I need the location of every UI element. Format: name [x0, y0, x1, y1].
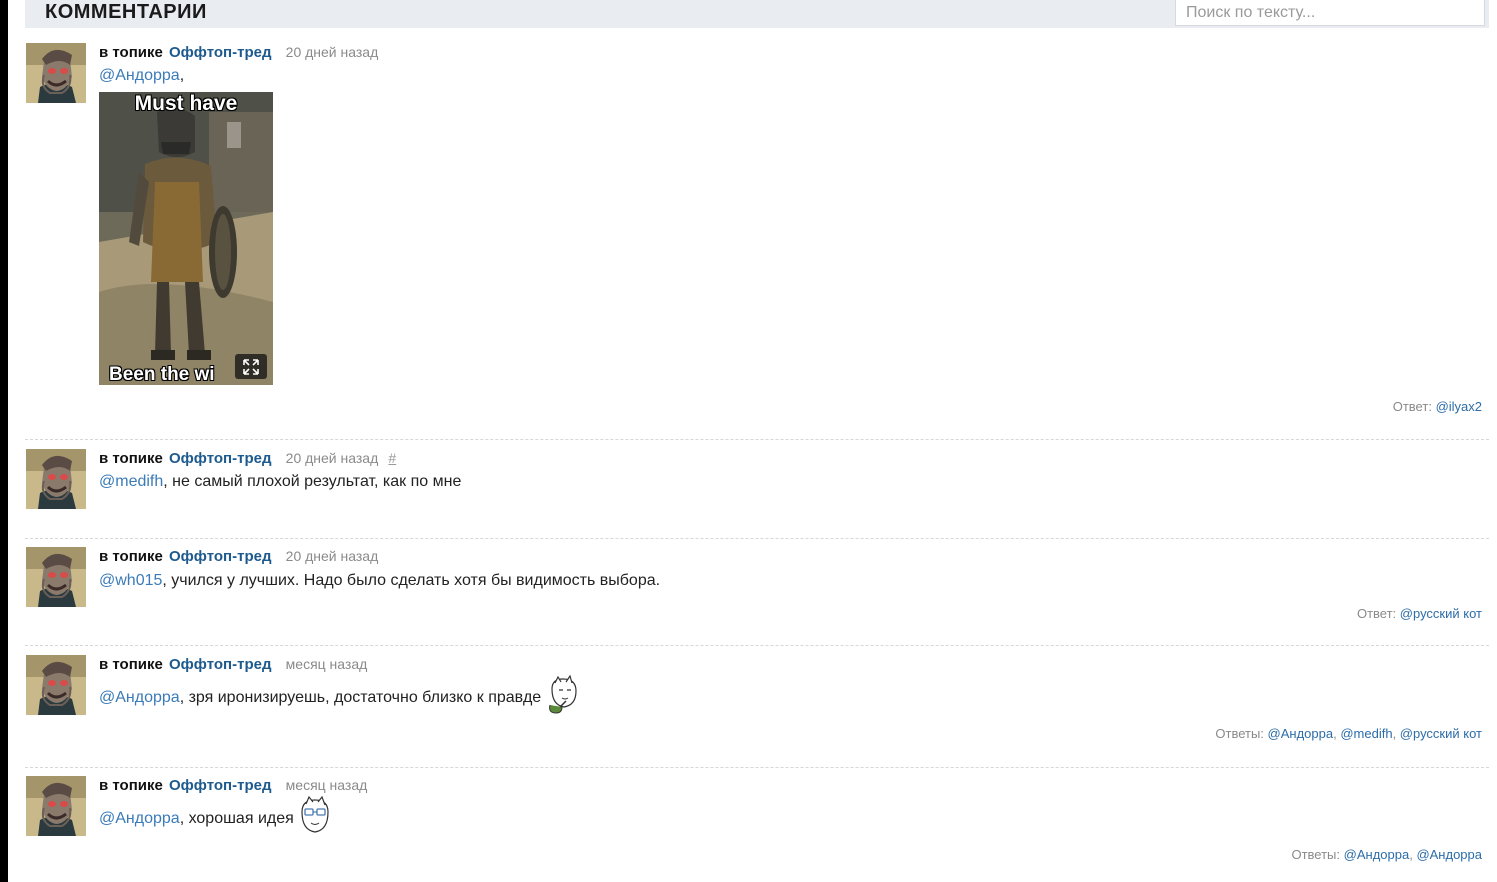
topic-link[interactable]: Оффтоп-тред	[169, 450, 271, 467]
user-portrait-icon	[26, 655, 86, 715]
comment-text: @Андорра,	[99, 66, 184, 86]
comment-meta: в топике Оффтоп-тред 20 дней назад #	[99, 449, 396, 468]
comment-body: , учился у лучших. Надо было сделать хот…	[162, 572, 661, 589]
mention-link[interactable]: @medifh	[99, 473, 163, 490]
replies-label: Ответы:	[1291, 847, 1341, 862]
comment-time[interactable]: месяц назад	[286, 656, 368, 672]
in-topic-label: в топике	[99, 656, 163, 673]
reply-link[interactable]: @Андорра	[1268, 726, 1334, 741]
replies-line: Ответы: @Андорра, @medifh, @русский кот	[1215, 726, 1482, 741]
meme-bottom-caption: Been the wi	[109, 364, 215, 385]
comment-item: в топике Оффтоп-тред месяц назад @Андорр…	[25, 655, 1489, 755]
comment-image[interactable]: Must have Been the wi	[99, 92, 273, 385]
comment-item: в топике Оффтоп-тред 20 дней назад @wh01…	[25, 547, 1489, 627]
replies-label: Ответ:	[1356, 606, 1397, 621]
avatar[interactable]	[26, 776, 86, 836]
comment-item: в топике Оффтоп-тред месяц назад @Андорр…	[25, 776, 1489, 876]
reply-link[interactable]: @Андорра	[1344, 847, 1410, 862]
reply-link[interactable]: @ilyax2	[1436, 399, 1482, 414]
comment-body: , не самый плохой результат, как по мне	[163, 473, 462, 490]
replies-label: Ответ:	[1392, 399, 1432, 414]
comment-text: @Андорра, хорошая идея	[99, 795, 332, 842]
comment-text: @wh015, учился у лучших. Надо было сдела…	[99, 571, 660, 591]
comment-text: @Андорра, зря иронизируешь, достаточно б…	[99, 674, 580, 721]
comment-meta: в топике Оффтоп-тред месяц назад	[99, 655, 367, 674]
replies-line: Ответ: @ilyax2	[1393, 399, 1482, 414]
topic-link[interactable]: Оффтоп-тред	[169, 777, 271, 794]
reply-link[interactable]: @Андорра	[1416, 847, 1482, 862]
topic-link[interactable]: Оффтоп-тред	[169, 548, 271, 565]
expand-image-button[interactable]	[235, 354, 267, 379]
mention-link[interactable]: @Андорра	[99, 689, 180, 706]
replies-line: Ответы: @Андорра, @Андорра	[1291, 847, 1482, 862]
reply-link[interactable]: @русский кот	[1400, 606, 1482, 621]
comment-body: , хорошая идея	[179, 810, 294, 828]
comment-divider	[25, 645, 1489, 646]
comment-body: , зря иронизируешь, достаточно близко к …	[179, 689, 542, 707]
avatar[interactable]	[26, 655, 86, 715]
replies-label: Ответы:	[1215, 726, 1264, 741]
comment-divider	[25, 439, 1489, 440]
user-portrait-icon	[26, 776, 86, 836]
comment-text: @medifh, не самый плохой результат, как …	[99, 472, 461, 492]
comment-time[interactable]: 20 дней назад	[286, 548, 379, 564]
in-topic-label: в топике	[99, 450, 163, 467]
avatar[interactable]	[26, 43, 86, 103]
left-edge-strip	[0, 0, 8, 882]
pipe-smoking-face-icon	[546, 674, 580, 721]
meme-top-caption: Must have	[134, 92, 238, 115]
comment-body: ,	[179, 67, 185, 84]
comment-divider	[25, 767, 1489, 768]
meme-picture	[99, 92, 273, 385]
comment-time[interactable]: 20 дней назад	[286, 450, 379, 466]
in-topic-label: в топике	[99, 548, 163, 565]
comment-meta: в топике Оффтоп-тред 20 дней назад	[99, 43, 378, 62]
mention-link[interactable]: @Андорра	[99, 67, 180, 84]
comment-meta: в топике Оффтоп-тред 20 дней назад	[99, 547, 378, 566]
avatar[interactable]	[26, 449, 86, 509]
comment-time[interactable]: месяц назад	[286, 777, 368, 793]
glasses-face-icon	[298, 795, 332, 842]
reply-link[interactable]: @medifh	[1340, 726, 1392, 741]
replies-line: Ответ: @русский кот	[1357, 606, 1482, 621]
comment-item: в топике Оффтоп-тред 20 дней назад # @me…	[25, 449, 1489, 519]
topic-link[interactable]: Оффтоп-тред	[169, 44, 271, 61]
mention-link[interactable]: @wh015	[99, 572, 162, 589]
user-portrait-icon	[26, 547, 86, 607]
search-input[interactable]	[1175, 0, 1485, 26]
topic-link[interactable]: Оффтоп-тред	[169, 656, 271, 673]
comment-item: в топике Оффтоп-тред 20 дней назад @Андо…	[25, 43, 1489, 423]
avatar[interactable]	[26, 547, 86, 607]
comment-meta: в топике Оффтоп-тред месяц назад	[99, 776, 367, 795]
page-title: КОММЕНТАРИИ	[45, 1, 207, 23]
in-topic-label: в топике	[99, 44, 163, 61]
comment-time[interactable]: 20 дней назад	[286, 44, 379, 60]
comment-divider	[25, 538, 1489, 539]
user-portrait-icon	[26, 449, 86, 509]
in-topic-label: в топике	[99, 777, 163, 794]
user-portrait-icon	[26, 43, 86, 103]
expand-icon	[243, 359, 259, 375]
permalink-hash[interactable]: #	[388, 450, 396, 466]
mention-link[interactable]: @Андорра	[99, 810, 180, 827]
reply-link[interactable]: @русский кот	[1400, 726, 1482, 741]
